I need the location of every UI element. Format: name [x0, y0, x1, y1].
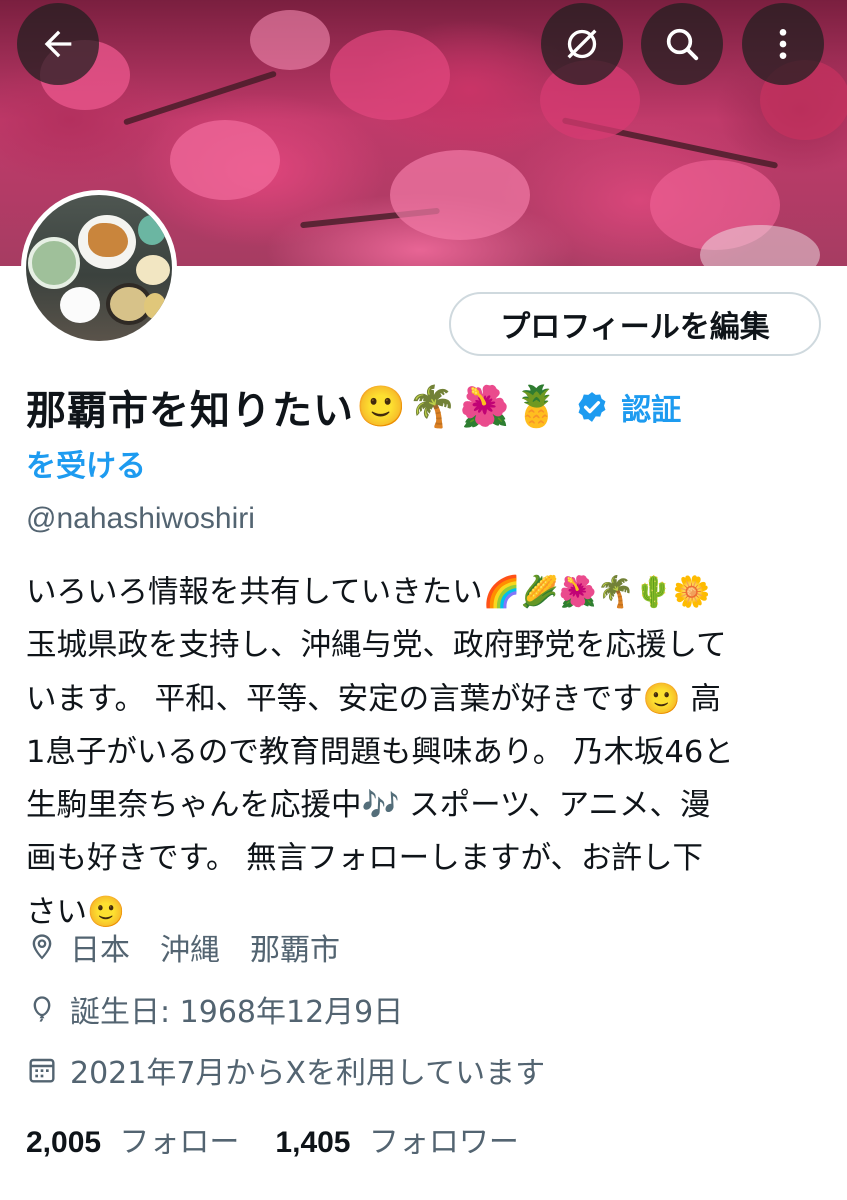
edit-profile-button[interactable]: プロフィールを編集: [449, 292, 821, 356]
location-pin-icon: [32, 934, 52, 960]
balloon-icon: [33, 996, 51, 1022]
back-button[interactable]: [17, 3, 99, 85]
hibiscus-emoji: 🌺: [459, 384, 510, 430]
smiley-emoji: 🙂: [356, 384, 406, 430]
bio-line: 玉城県政を支持し、沖縄与党、政府野党を応援して: [26, 628, 727, 664]
bio-line: 生駒里奈ちゃんを応援中🎶 スポーツ、アニメ、漫: [26, 788, 711, 824]
following-count: 2,005: [26, 1126, 102, 1159]
display-name: 那覇市を知りたい: [26, 388, 354, 434]
verified-badge-icon[interactable]: [575, 390, 609, 424]
following-link[interactable]: 2,005 フォロー: [26, 1117, 239, 1161]
get-verified-link-continued[interactable]: を受ける: [26, 441, 146, 485]
profile-bio: いろいろ情報を共有していきたい🌈🌽🌺🌴🌵🌼 玉城県政を支持し、沖縄与党、政府野党…: [26, 566, 826, 939]
joined-text: 2021年7月からXを利用しています: [70, 1056, 546, 1091]
following-label: フォロー: [119, 1125, 240, 1160]
pineapple-emoji: 🍍: [511, 384, 562, 430]
get-verified-link[interactable]: 認証: [621, 385, 681, 429]
more-vertical-icon: [779, 29, 787, 59]
search-button[interactable]: [641, 3, 723, 85]
bio-line: いろいろ情報を共有していきたい🌈🌽🌺🌴🌵🌼: [26, 575, 711, 610]
calendar-icon: [29, 1058, 55, 1083]
follow-stats: 2,005 フォロー 1,405 フォロワー: [26, 1117, 519, 1161]
birthday-text: 誕生日: 1968年12月9日: [70, 995, 404, 1030]
profile-avatar[interactable]: [21, 190, 177, 346]
bio-line: 画も好きです。 無言フォローしますが、お許し下: [26, 841, 704, 877]
avatar-image: [26, 195, 172, 341]
bio-line: います。 平和、平等、安定の言葉が好きです🙂 高: [26, 681, 721, 717]
bio-line: 1息子がいるので教育問題も興味あり。 乃木坂46と: [26, 734, 734, 770]
followers-count: 1,405: [275, 1126, 351, 1159]
location-row: 日本 沖縄 那覇市: [26, 925, 340, 969]
joined-row: 2021年7月からXを利用しています: [26, 1048, 545, 1092]
followers-label: フォロワー: [368, 1125, 519, 1160]
arrow-left-icon: [44, 30, 72, 58]
circle-slash-icon: [567, 29, 597, 59]
followers-link[interactable]: 1,405 フォロワー: [275, 1117, 518, 1161]
more-button[interactable]: [742, 3, 824, 85]
location-text: 日本 沖縄 那覇市: [70, 933, 340, 968]
display-name-row: 那覇市を知りたい 🙂 🌴 🌺 🍍 認証: [26, 372, 826, 442]
birthday-row: 誕生日: 1968年12月9日: [26, 987, 403, 1031]
search-icon: [666, 28, 699, 61]
no-translate-button[interactable]: [541, 3, 623, 85]
user-handle: @nahashiwoshiri: [26, 502, 255, 535]
palm-tree-emoji: 🌴: [407, 384, 458, 430]
